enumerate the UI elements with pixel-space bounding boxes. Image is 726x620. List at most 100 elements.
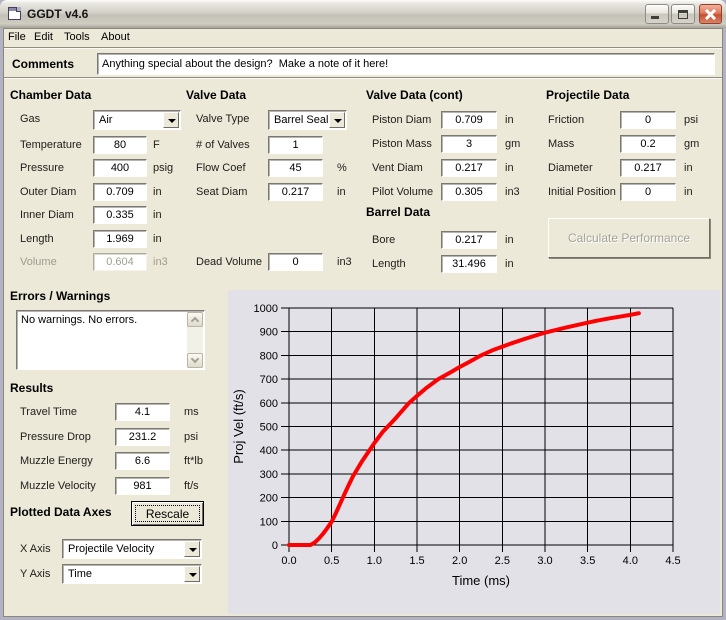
calculate-performance-button: Calculate Performance	[548, 218, 710, 258]
barrel-length-label: Length	[372, 258, 406, 270]
valve-type-value: Barrel Seal	[274, 114, 329, 126]
diameter-field[interactable]	[620, 159, 676, 177]
close-button[interactable]	[699, 4, 722, 24]
seat-diam-label: Seat Diam	[196, 186, 248, 198]
chart-canvas: 0 100 200 300 400 500 600 700 800 900 1000 0.0 0.5 1.…	[231, 303, 681, 588]
flow-coef-field[interactable]	[268, 159, 323, 177]
svg-text:1000: 1000	[254, 303, 278, 315]
dead-volume-field[interactable]	[268, 253, 323, 271]
friction-unit: psi	[684, 114, 699, 126]
muzzle-energy-unit: ft*lb	[184, 455, 203, 467]
outer-diam-unit: in	[153, 186, 162, 198]
muzzle-energy-field	[115, 452, 170, 470]
barrel-length-unit: in	[505, 258, 514, 270]
menu-file[interactable]: File	[8, 31, 26, 43]
window-title: GGDT v4.6	[27, 7, 89, 21]
dropdown-button[interactable]	[163, 112, 179, 128]
friction-field[interactable]	[620, 111, 676, 129]
flow-coef-label: Flow Coef	[196, 162, 246, 174]
piston-diam-field[interactable]	[441, 111, 497, 129]
initial-position-label: Initial Position	[548, 186, 616, 198]
y-axis-label: Y Axis	[20, 568, 51, 580]
valve-data-cont-header: Valve Data (cont)	[366, 88, 463, 102]
x-axis-select[interactable]: Projectile Velocity	[62, 539, 202, 559]
temperature-field[interactable]	[93, 136, 147, 154]
separator	[4, 78, 722, 79]
menu-about[interactable]: About	[101, 31, 130, 43]
outer-diam-field[interactable]	[93, 183, 147, 201]
scroll-up-button[interactable]	[187, 312, 203, 327]
inner-diam-field[interactable]	[93, 206, 147, 224]
piston-mass-field[interactable]	[441, 135, 497, 153]
menu-edit[interactable]: Edit	[34, 31, 53, 43]
muzzle-velocity-field	[115, 477, 170, 495]
minimize-icon	[651, 16, 659, 19]
errors-warnings-box[interactable]: No warnings. No errors.	[16, 310, 205, 370]
temperature-unit: F	[153, 139, 160, 151]
bore-field[interactable]	[441, 231, 497, 249]
piston-mass-unit: gm	[505, 138, 521, 150]
maximize-icon	[678, 10, 688, 19]
vent-diam-field[interactable]	[441, 159, 497, 177]
rescale-button[interactable]: Rescale	[131, 501, 204, 526]
y-axis-value: Time	[68, 568, 93, 580]
chevron-down-icon	[189, 548, 197, 552]
piston-diam-unit: in	[505, 114, 514, 126]
svg-text:800: 800	[260, 350, 278, 362]
svg-text:2.0: 2.0	[452, 555, 467, 567]
dropdown-button[interactable]	[329, 112, 345, 128]
pilot-volume-field[interactable]	[441, 183, 497, 201]
diameter-label: Diameter	[548, 162, 593, 174]
svg-text:4.0: 4.0	[623, 555, 638, 567]
y-axis-select[interactable]: Time	[62, 564, 202, 584]
pilot-volume-label: Pilot Volume	[372, 186, 434, 198]
svg-text:900: 900	[260, 327, 278, 339]
mass-field[interactable]	[620, 135, 676, 153]
app-icon	[8, 7, 21, 20]
maximize-button[interactable]	[671, 4, 695, 24]
bore-unit: in	[505, 234, 514, 246]
svg-text:200: 200	[260, 493, 278, 505]
chevron-down-icon	[190, 354, 200, 364]
dropdown-button[interactable]	[184, 541, 200, 557]
volume-unit: in3	[153, 256, 168, 268]
menu-tools[interactable]: Tools	[64, 31, 90, 43]
volume-label: Volume	[20, 256, 57, 268]
initial-position-field[interactable]	[620, 183, 676, 201]
projectile-data-header: Projectile Data	[546, 88, 630, 102]
dropdown-button[interactable]	[184, 566, 200, 582]
muzzle-velocity-unit: ft/s	[184, 480, 199, 492]
barrel-length-field[interactable]	[441, 255, 497, 273]
title-bar[interactable]: GGDT v4.6	[0, 0, 726, 28]
pressure-drop-label: Pressure Drop	[20, 431, 91, 443]
chamber-length-field[interactable]	[93, 230, 147, 248]
svg-text:400: 400	[260, 445, 278, 457]
num-valves-field[interactable]	[268, 136, 323, 154]
svg-text:0: 0	[272, 540, 278, 552]
scrollbar[interactable]	[187, 312, 203, 368]
svg-text:0.0: 0.0	[281, 555, 296, 567]
svg-text:4.5: 4.5	[665, 555, 680, 567]
comments-input[interactable]	[97, 53, 715, 75]
separator	[4, 48, 722, 49]
app-window: GGDT v4.6 File Edit Tools About Comments…	[0, 0, 726, 620]
volume-field	[93, 253, 147, 271]
gas-select[interactable]: Air	[93, 110, 181, 130]
initial-position-unit: in	[684, 186, 693, 198]
performance-chart: 0 100 200 300 400 500 600 700 800 900 1000 0.0 0.5 1.…	[228, 290, 720, 614]
valve-type-select[interactable]: Barrel Seal	[268, 110, 347, 130]
pressure-field[interactable]	[93, 159, 147, 177]
minimize-button[interactable]	[645, 4, 669, 24]
scroll-down-button[interactable]	[187, 353, 203, 368]
travel-time-label: Travel Time	[20, 406, 78, 418]
chevron-down-icon	[168, 119, 176, 123]
mass-label: Mass	[548, 138, 575, 150]
svg-text:500: 500	[260, 422, 278, 434]
seat-diam-field[interactable]	[268, 183, 323, 201]
bore-label: Bore	[372, 234, 396, 246]
temperature-label: Temperature	[20, 139, 82, 151]
diameter-unit: in	[684, 162, 693, 174]
outer-diam-label: Outer Diam	[20, 186, 77, 198]
x-axis-label: X Axis	[20, 543, 51, 555]
pilot-volume-unit: in3	[505, 186, 520, 198]
